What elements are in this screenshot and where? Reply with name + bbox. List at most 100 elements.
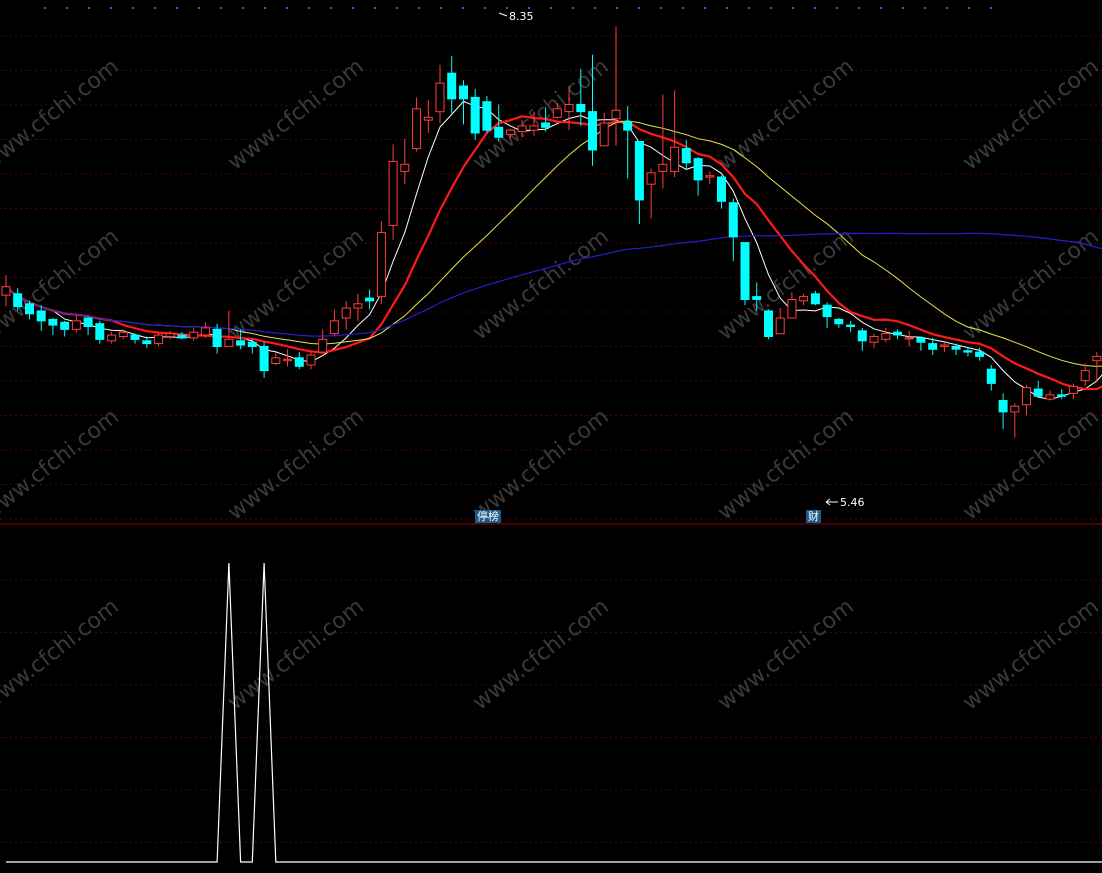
candle-body-down: [963, 350, 973, 353]
top-dot: [440, 7, 442, 9]
candle-body-up: [787, 299, 797, 319]
candle-body-down: [83, 317, 93, 327]
top-dot: [44, 7, 46, 9]
high-pointer: [498, 12, 508, 17]
watermark-text: www.cfchi.com: [0, 54, 124, 175]
candle-body-up: [341, 307, 351, 319]
top-dot: [506, 7, 508, 9]
candle: [869, 333, 879, 348]
candle: [154, 332, 163, 347]
candle-body-up: [400, 163, 410, 172]
candle: [822, 302, 832, 328]
top-dot: [880, 7, 882, 9]
candle-body-up: [799, 296, 809, 302]
candle: [1045, 390, 1055, 401]
candle: [318, 329, 328, 354]
candle-body-up: [271, 357, 281, 364]
candle-body-up: [200, 327, 210, 336]
candle-body-down: [916, 337, 926, 343]
candle: [998, 393, 1008, 429]
watermark-text: www.cfchi.com: [958, 224, 1102, 345]
top-dot: [528, 7, 530, 9]
top-dot: [748, 7, 750, 9]
candle-body-down: [951, 345, 961, 350]
candle-body-up: [189, 331, 199, 339]
candle: [693, 157, 703, 196]
stock-chart-canvas: www.cfchi.com www.cfchi.com www.cfchi.com w…: [0, 7, 1102, 863]
candle-body-down: [588, 111, 597, 151]
candle: [764, 309, 773, 340]
top-dot: [550, 7, 552, 9]
candle-body-down: [541, 122, 551, 128]
candle-body-up: [435, 82, 445, 113]
top-dot: [968, 7, 970, 9]
top-dot: [792, 7, 794, 9]
candle-body-down: [928, 343, 938, 350]
candle-body-down: [212, 328, 222, 347]
high-price-label: 8.35: [509, 10, 534, 23]
top-dot: [242, 7, 244, 9]
candle: [1080, 363, 1090, 387]
candle-body-up: [118, 331, 128, 338]
candle: [353, 293, 363, 321]
candle: [306, 352, 316, 370]
candle-body-up: [611, 109, 621, 120]
candle: [247, 339, 257, 354]
candle-body-up: [517, 125, 527, 133]
top-dot: [176, 7, 178, 9]
top-dot: [198, 7, 200, 9]
candle-body-down: [142, 340, 152, 345]
candle: [599, 113, 609, 147]
candle-body-up: [505, 129, 515, 135]
candle-body-down: [470, 96, 480, 134]
top-dot: [902, 7, 904, 9]
top-dot: [704, 7, 706, 9]
candle: [1022, 384, 1031, 415]
top-dot: [286, 7, 288, 9]
top-dot: [682, 7, 684, 9]
candle: [728, 198, 738, 262]
candle: [646, 168, 656, 219]
watermark-text: www.cfchi.com: [468, 224, 613, 345]
top-dot: [462, 7, 464, 9]
top-dot: [572, 7, 574, 9]
candle-body-up: [412, 108, 422, 150]
watermark-text: www.cfchi.com: [713, 404, 858, 525]
candle: [189, 327, 199, 341]
candle-body-up: [939, 344, 949, 347]
candle-body-down: [60, 321, 70, 330]
candle-body-down: [447, 72, 457, 100]
candle: [857, 327, 867, 351]
candle: [834, 318, 844, 328]
top-dot: [858, 7, 860, 9]
candle: [986, 365, 996, 391]
top-dot: [66, 7, 68, 9]
candle: [939, 342, 949, 353]
watermark-text: www.cfchi.com: [468, 594, 613, 715]
candle-body-up: [1080, 370, 1090, 382]
candle-body-up: [564, 104, 574, 113]
top-dot: [638, 7, 640, 9]
candle: [740, 242, 750, 306]
candle: [705, 171, 715, 185]
candle: [329, 309, 339, 337]
candle: [717, 175, 726, 209]
watermark-text: www.cfchi.com: [958, 594, 1102, 715]
candle-body-down: [893, 331, 902, 336]
candle: [259, 342, 269, 378]
candle-body-down: [459, 85, 468, 100]
candle-body-up: [1092, 355, 1102, 362]
candle: [294, 352, 304, 370]
candle: [130, 333, 140, 344]
candle: [893, 329, 902, 340]
candle: [60, 320, 70, 337]
candle-body-down: [365, 297, 375, 302]
candle-body-down: [740, 242, 750, 301]
candle: [1010, 403, 1020, 438]
top-dot: [330, 7, 332, 9]
candle: [71, 315, 81, 333]
ma-line-yellow: [5, 120, 1102, 367]
candle-body-up: [423, 116, 433, 121]
moving-average-lines: [5, 100, 1102, 400]
candle: [283, 349, 292, 367]
